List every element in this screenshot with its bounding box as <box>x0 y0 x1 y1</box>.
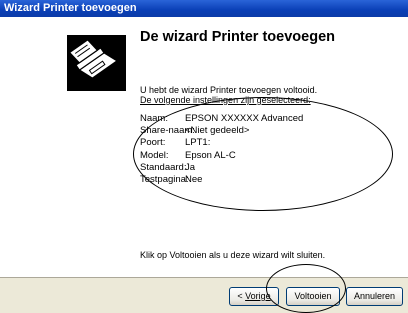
printer-icon <box>67 35 126 91</box>
setting-label: Share-naam: <box>140 125 195 137</box>
button-bar: < Vorige Voltooien Annuleren <box>0 277 408 313</box>
setting-label: Naam: <box>140 113 168 124</box>
setting-label: Testpagina: <box>140 173 189 185</box>
back-button[interactable]: < Vorige <box>229 287 279 306</box>
setting-value: Ja <box>185 161 196 173</box>
setting-row-default: Standaard: Ja <box>140 161 195 174</box>
setting-value: Nee <box>185 173 203 185</box>
setting-row-testpage: Testpagina: Nee <box>140 173 202 186</box>
back-button-arrow: < <box>237 291 246 301</box>
page-title: De wizard Printer toevoegen <box>140 29 335 45</box>
finish-instruction: Klik op Voltooien als u deze wizard wilt… <box>140 250 326 260</box>
setting-row-model: Model: Epson AL-C <box>140 149 236 162</box>
back-button-label: Vorige <box>245 291 271 301</box>
intro-line-2: De volgende instellingen zijn geselectee… <box>140 95 311 105</box>
setting-value: <Niet gedeeld> <box>185 125 250 137</box>
setting-value: LPT1: <box>185 137 211 149</box>
window-title: Wizard Printer toevoegen <box>4 2 137 14</box>
intro-line-1: U hebt de wizard Printer toevoegen volto… <box>140 85 318 95</box>
intro-text: U hebt de wizard Printer toevoegen volto… <box>140 85 317 105</box>
wizard-content: De wizard Printer toevoegen U hebt de wi… <box>136 17 408 277</box>
setting-label: Standaard: <box>140 161 187 173</box>
setting-label: Poort: <box>140 137 166 149</box>
setting-label: Model: <box>140 149 169 161</box>
title-bar: Wizard Printer toevoegen <box>0 0 408 17</box>
setting-row-name: Naam: EPSON XXXXXX Advanced <box>140 113 303 125</box>
wizard-sidebar <box>0 17 136 277</box>
setting-row-share: Share-naam: <Niet gedeeld> <box>140 125 249 137</box>
setting-value: Epson AL-C <box>185 149 236 161</box>
settings-list: Naam: EPSON XXXXXX Advanced Share-naam: … <box>140 113 303 186</box>
wizard-window: Wizard Printer toevoegen De wizard Print… <box>0 0 408 313</box>
finish-button[interactable]: Voltooien <box>286 287 340 306</box>
setting-row-port: Poort: LPT1: <box>140 137 210 149</box>
setting-value: EPSON XXXXXX Advanced <box>185 113 304 124</box>
cancel-button[interactable]: Annuleren <box>346 287 403 306</box>
